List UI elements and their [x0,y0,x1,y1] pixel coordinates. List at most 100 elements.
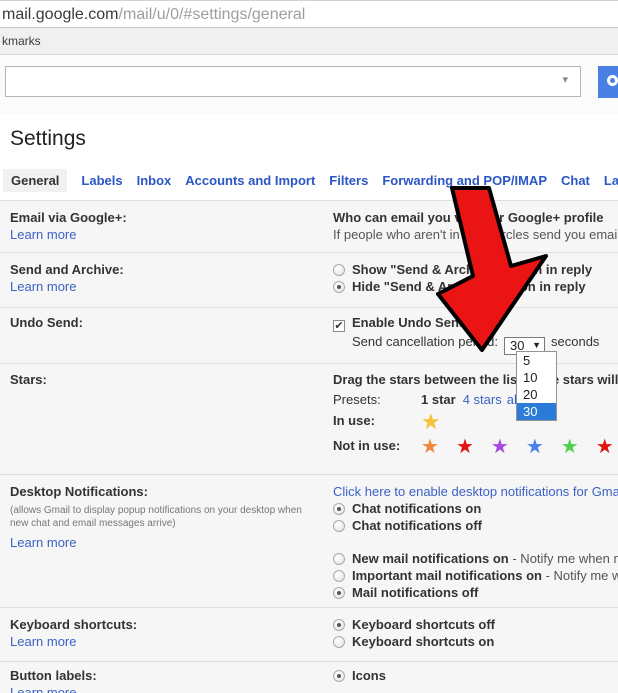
option-label: Important mail notifications on [352,568,542,583]
browser-address-bar[interactable]: mail.google.com/mail/u/0/#settings/gener… [0,0,618,28]
option-keyboard-shortcuts-on[interactable]: Keyboard shortcuts on [333,633,618,650]
bookmarks-bar[interactable]: kmarks [0,28,618,55]
radio-unselected[interactable] [333,553,345,565]
option-new-mail-notifications[interactable]: New mail notifications on - Notify me wh… [333,550,618,567]
dropdown-option-5[interactable]: 5 [517,352,556,369]
option-label: Show "Send & Archive" button in reply [352,262,592,277]
row-label: Desktop Notifications: [10,483,333,500]
presets-label: Presets: [333,391,421,408]
learn-more-link[interactable]: Learn more [10,227,76,242]
cancellation-period-line: Send cancellation period:30▼seconds [333,333,618,355]
radio-selected[interactable] [333,587,345,599]
tab-general[interactable]: General [3,169,67,192]
learn-more-link[interactable]: Learn more [10,634,76,649]
period-unit: seconds [551,334,599,349]
star-icon[interactable]: ★ [526,437,544,457]
row-note: (allows Gmail to display popup notificat… [10,504,310,530]
period-dropdown-list: 5102030 [516,351,557,421]
row-label: Email via Google+: [10,209,333,226]
tab-filters[interactable]: Filters [329,173,368,188]
option-label: Icons [352,668,386,683]
star-icon[interactable]: ★ [596,437,614,457]
url-path: /mail/u/0/#settings/general [119,6,306,23]
in-use-label: In use: [333,412,421,429]
search-button[interactable] [598,66,618,98]
radio-unselected[interactable] [333,520,345,532]
tab-labels[interactable]: Labels [81,173,122,188]
option-chat-notifications-off[interactable]: Chat notifications off [333,517,618,534]
option-label: Mail notifications off [352,585,478,600]
email-via-google-heading: Who can email you via your Google+ profi… [333,209,618,226]
option-mail-notifications-off[interactable]: Mail notifications off [333,584,618,601]
radio-unselected[interactable] [333,570,345,582]
learn-more-link[interactable]: Learn more [10,279,76,294]
settings-tabs: General Labels Inbox Accounts and Import Fil… [0,167,618,193]
search-input[interactable]: ▾ [5,66,581,97]
star-icon[interactable]: ★ [491,437,509,457]
tab-inbox[interactable]: Inbox [137,173,172,188]
option-button-labels-icons[interactable]: Icons [333,667,618,684]
enable-desktop-notifications-link[interactable]: Click here to enable desktop notificatio… [333,484,618,499]
stars-description: Drag the stars between the lists. The st… [333,371,618,388]
row-email-via-google: Email via Google+: Learn more Who can em… [0,201,618,253]
email-via-google-detail: If people who aren't in your circles sen… [333,226,618,243]
dropdown-option-20[interactable]: 20 [517,386,556,403]
option-show-send-archive[interactable]: Show "Send & Archive" button in reply [333,261,618,278]
option-label: Keyboard shortcuts on [352,634,494,649]
tab-accounts-and-import[interactable]: Accounts and Import [185,173,315,188]
radio-selected[interactable] [333,281,345,293]
tab-forwarding-and-pop-imap[interactable]: Forwarding and POP/IMAP [382,173,547,188]
enable-undo-send[interactable]: ✔ Enable Undo Send [333,314,618,331]
option-suffix: - Notify me when an important message ar… [542,568,618,583]
option-label: Enable Undo Send [352,315,467,330]
option-label: New mail notifications on [352,551,509,566]
row-send-and-archive: Send and Archive: Learn more Show "Send … [0,253,618,308]
tab-labs[interactable]: Labs [604,173,618,188]
period-label: Send cancellation period: [352,334,498,349]
option-label: Keyboard shortcuts off [352,617,495,632]
star-icon[interactable]: ★ [561,437,579,457]
page-title: Settings [0,114,618,151]
settings-table: Email via Google+: Learn more Who can em… [0,200,618,693]
radio-selected[interactable] [333,503,345,515]
radio-unselected[interactable] [333,264,345,276]
learn-more-link[interactable]: Learn more [10,534,76,551]
row-label: Undo Send: [10,314,333,331]
option-chat-notifications-on[interactable]: Chat notifications on [333,500,618,517]
option-important-mail-notifications[interactable]: Important mail notifications on - Notify… [333,567,618,584]
row-button-labels: Button labels: Learn more Icons [0,662,618,693]
radio-selected[interactable] [333,619,345,631]
preset-1-star[interactable]: 1 star [421,392,456,407]
dropdown-option-30[interactable]: 30 [517,403,556,420]
not-in-use-stars: ★★★★★★ [421,438,618,453]
dropdown-option-10[interactable]: 10 [517,369,556,386]
option-label: Chat notifications on [352,501,481,516]
radio-selected[interactable] [333,670,345,682]
stars-in-use-line: In use:★ [333,412,618,432]
search-icon [607,75,618,86]
stars-presets-line: Presets:1 star4 starsall stars [333,391,618,408]
row-keyboard-shortcuts: Keyboard shortcuts: Learn more Keyboard … [0,608,618,662]
screen: mail.google.com/mail/u/0/#settings/gener… [0,0,618,693]
option-label: Hide "Send & Archive" button in reply [352,279,586,294]
preset-4-stars[interactable]: 4 stars [463,392,502,407]
row-label: Stars: [10,371,333,388]
tab-chat[interactable]: Chat [561,173,590,188]
checkbox-checked[interactable]: ✔ [333,320,345,332]
star-icon[interactable]: ★ [421,437,439,457]
row-desktop-notifications: Desktop Notifications: (allows Gmail to … [0,475,618,608]
star-icon[interactable]: ★ [456,437,474,457]
row-label: Send and Archive: [10,261,333,278]
chevron-down-icon[interactable]: ▾ [562,73,568,86]
star-icon[interactable]: ★ [421,412,441,432]
option-label: Chat notifications off [352,518,482,533]
gmail-search-area: ▾ [0,55,618,114]
row-label: Button labels: [10,667,333,684]
row-label: Keyboard shortcuts: [10,616,333,633]
radio-unselected[interactable] [333,636,345,648]
option-hide-send-archive[interactable]: Hide "Send & Archive" button in reply [333,278,618,295]
url-host: mail.google.com [2,6,119,23]
option-keyboard-shortcuts-off[interactable]: Keyboard shortcuts off [333,616,618,633]
not-in-use-label: Not in use: [333,437,421,454]
learn-more-link[interactable]: Learn more [10,685,76,693]
